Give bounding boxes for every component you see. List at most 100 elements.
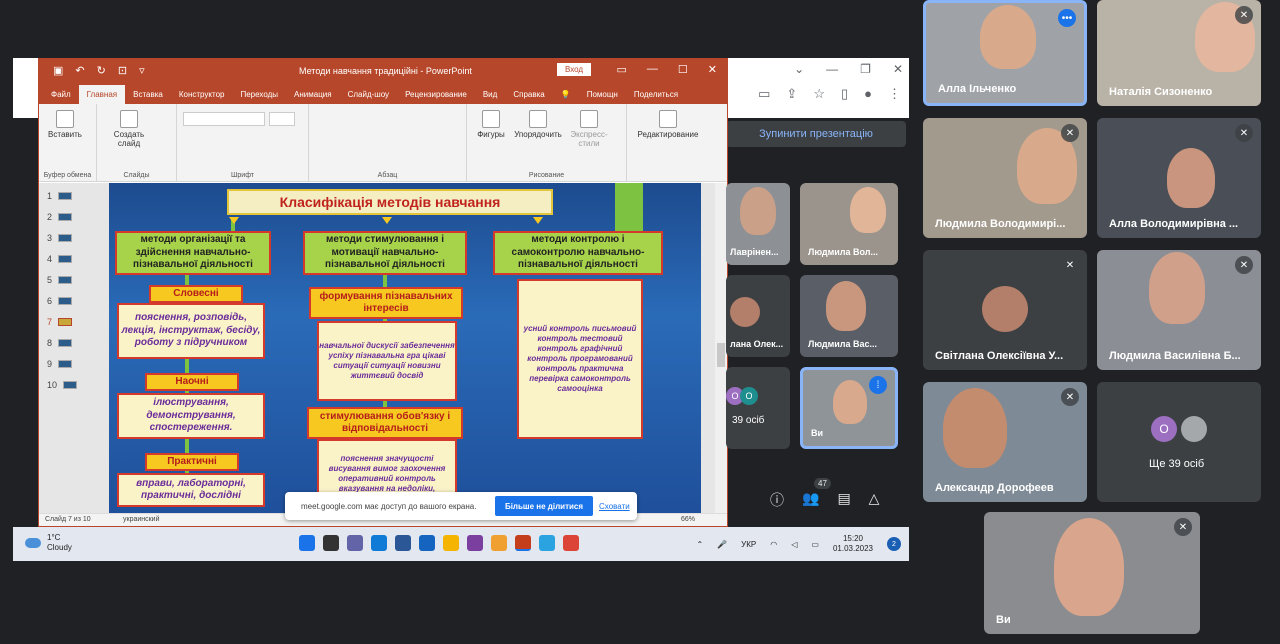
winrar-icon[interactable] [467,535,483,551]
tab-slideshow[interactable]: Слайд-шоу [340,90,397,104]
teams-icon[interactable] [347,535,363,551]
quick-styles-button[interactable]: Экспресс-стили [567,110,611,148]
restore-icon[interactable]: ❐ [860,62,871,76]
more-participants-tile[interactable]: О Ще 39 осіб [1097,382,1261,502]
participant-tile[interactable]: ✕ Людмила Володимирі... [923,118,1087,238]
present-icon[interactable]: ⊡ [118,64,127,77]
participant-tile[interactable]: ✕ Александр Дорофеев [923,382,1087,502]
volume-icon[interactable]: ◁ [791,540,797,549]
slide-thumb-8[interactable]: 8 [47,338,73,348]
powerpoint-icon[interactable] [515,535,531,551]
slide-canvas[interactable]: Класифікація методів навчання методи орг… [109,183,701,515]
edge-icon[interactable] [371,535,387,551]
tab-file[interactable]: Файл [43,90,79,104]
share-icon[interactable]: ⇪ [786,86,797,102]
participant-tile[interactable]: ✕ Світлана Олексіївна У... [923,250,1087,370]
font-family-select[interactable] [183,112,265,126]
signin-button[interactable]: Вход [557,63,592,76]
explorer-icon[interactable] [443,535,459,551]
participant-tile[interactable]: ••• Алла Ільченко [923,0,1087,106]
slide-thumb-7[interactable]: 7 [47,317,73,327]
participant-name: Лаврінен... [730,247,779,257]
undo-icon[interactable]: ↶ [75,64,84,77]
taskview-icon[interactable] [323,535,339,551]
minimize-icon[interactable]: — [647,63,658,76]
stop-sharing-button[interactable]: Більше не ділитися [495,496,593,516]
people-icon[interactable]: 👥 [802,490,819,510]
activities-icon[interactable]: △ [869,490,880,510]
more-options-icon[interactable]: ••• [1058,9,1076,27]
lightbulb-icon[interactable]: 💡 [553,90,579,104]
chrome-icon[interactable] [563,535,579,551]
cast-icon[interactable]: ▭ [758,86,770,102]
chevron-up-icon[interactable]: ⌃ [697,540,704,549]
minimize-icon[interactable]: — [826,62,838,76]
save-icon[interactable]: ▣ [53,64,63,77]
scroll-thumb[interactable] [717,343,725,367]
slide-thumb-6[interactable]: 6 [47,296,73,306]
participant-name: Людмила Василівна Б... [1109,350,1241,362]
menu-icon[interactable]: ⋮ [888,86,901,102]
customize-icon[interactable]: ▿ [139,64,145,77]
info-icon[interactable]: ⓘ [770,490,784,510]
more-participants-tile[interactable]: О О 39 осіб [726,367,790,449]
weather-widget[interactable]: 1°C Cloudy [25,533,72,554]
slide-thumb-4[interactable]: 4 [47,254,73,264]
language-indicator[interactable]: УКР [741,540,756,549]
chevron-down-icon[interactable]: ⌄ [794,62,804,76]
chat-icon[interactable]: ▤ [837,490,850,510]
arrange-button[interactable]: Упорядочить [511,110,565,139]
participant-tile[interactable]: ⁞ Ви [800,367,898,449]
slide-thumb-1[interactable]: 1 [47,191,73,201]
self-view-tile[interactable]: ✕ Ви [984,512,1200,634]
stop-presenting-button[interactable]: Зупинити презентацію [726,121,906,147]
editing-button[interactable]: Редактирование [633,110,703,139]
sidepanel-icon[interactable]: ▯ [841,86,848,102]
tab-help[interactable]: Справка [505,90,552,104]
telegram-icon[interactable] [539,535,555,551]
star-icon[interactable]: ☆ [813,86,825,102]
slide-thumb-10[interactable]: 10 [47,380,78,390]
slide-thumb-5[interactable]: 5 [47,275,73,285]
tell-me-label[interactable]: Помощн [579,90,626,104]
participant-tile[interactable]: Лаврінен... [726,183,790,265]
participant-tile[interactable]: Людмила Вол... [800,183,898,265]
clock[interactable]: 15:20 01.03.2023 [833,534,873,555]
microphone-icon[interactable]: 🎤 [717,540,727,549]
participant-tile[interactable]: Людмила Вас... [800,275,898,357]
font-size-select[interactable] [269,112,295,126]
tab-home[interactable]: Главная [78,85,126,104]
app-icon[interactable] [491,535,507,551]
shapes-button[interactable]: Фигуры [473,110,509,139]
close-icon[interactable]: ✕ [893,62,903,76]
participant-tile[interactable]: ✕ Алла Володимирівна ... [1097,118,1261,238]
start-icon[interactable] [299,535,315,551]
mail-icon[interactable] [419,535,435,551]
profile-icon[interactable]: ● [864,86,872,102]
zoom-level[interactable]: 66% [681,516,695,523]
slide-thumb-9[interactable]: 9 [47,359,73,369]
tab-review[interactable]: Рецензирование [397,90,475,104]
participant-tile[interactable]: ✕ Людмила Василівна Б... [1097,250,1261,370]
tab-view[interactable]: Вид [475,90,505,104]
battery-icon[interactable]: ▭ [811,540,819,549]
share-label[interactable]: Поделиться [626,90,686,104]
tab-insert[interactable]: Вставка [125,90,171,104]
participant-tile[interactable]: лана Олек... [726,275,790,357]
store-icon[interactable] [395,535,411,551]
close-icon[interactable]: ✕ [708,63,717,76]
paste-button[interactable]: Вставить [45,110,85,139]
ribbon-options-icon[interactable]: ▭ [617,63,627,76]
participant-tile[interactable]: ✕ Наталія Сизоненко [1097,0,1261,106]
tab-design[interactable]: Конструктор [171,90,233,104]
notification-badge[interactable]: 2 [887,537,901,552]
wifi-icon[interactable]: ◠ [770,540,777,549]
slide-thumb-2[interactable]: 2 [47,212,73,222]
maximize-icon[interactable]: ☐ [678,63,688,76]
hide-link[interactable]: Сховати [599,502,630,511]
tab-transitions[interactable]: Переходы [232,90,286,104]
tab-animation[interactable]: Анимация [286,90,340,104]
redo-icon[interactable]: ↻ [97,64,106,77]
new-slide-button[interactable]: Создать слайд [111,110,147,148]
slide-thumb-3[interactable]: 3 [47,233,73,243]
